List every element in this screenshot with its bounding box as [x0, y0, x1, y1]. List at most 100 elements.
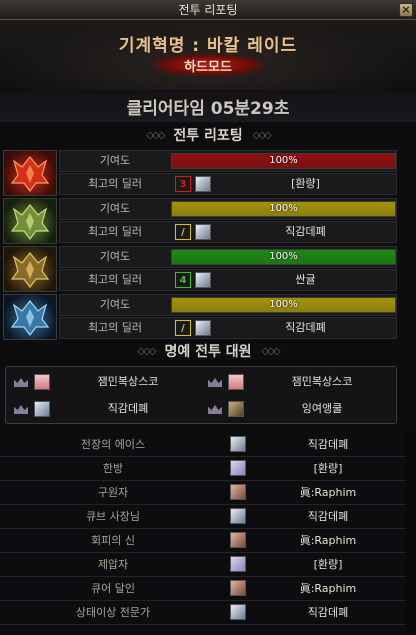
contribution-line: 기여도 100% — [59, 246, 397, 268]
crown-icon — [208, 405, 222, 414]
best-dealer-name: 싼귤 — [295, 273, 316, 286]
character-avatar — [230, 436, 246, 452]
class-rank-icon: / — [175, 320, 191, 336]
best-dealer-name: 직감데폐 — [285, 321, 326, 334]
best-dealer-cell[interactable]: 4 싼귤 — [171, 271, 396, 289]
report-heading: 전투 리포팅 — [173, 128, 243, 144]
award-title: 구원자 — [97, 486, 129, 499]
character-avatar — [230, 460, 246, 476]
honor-heading: 명예 전투 대원 — [164, 344, 252, 360]
right-diamond-deco-icon: ◇◇◇ — [252, 129, 272, 141]
award-row[interactable]: 상태이상 전문가 직감데폐 — [0, 601, 406, 625]
contribution-value: 100% — [269, 155, 298, 166]
best-dealer-line: 최고의 딜러 3 [환량] — [59, 173, 397, 195]
green-dragon-boss-icon — [3, 198, 57, 244]
award-row[interactable]: 큐어 달인 眞:Raphim — [0, 577, 406, 601]
boss-report-row: 기여도 100% 최고의 딜러 / 직감데폐 — [3, 294, 397, 340]
award-row[interactable]: 큐브 사장님 직감데폐 — [0, 505, 406, 529]
best-dealer-line: 최고의 딜러 / 직감데폐 — [59, 317, 397, 339]
award-title: 큐어 달인 — [91, 582, 135, 595]
award-row[interactable]: 전장의 에이스 직감데폐 — [0, 433, 406, 457]
award-row[interactable]: 제압자 [환량] — [0, 553, 406, 577]
crown-icon — [14, 405, 28, 414]
contribution-value: 100% — [269, 251, 298, 262]
honor-member-name: 잼민복상스코 — [291, 375, 353, 388]
contribution-value: 100% — [269, 203, 298, 214]
window-titlebar: 전투 리포팅 × — [0, 0, 416, 20]
award-title: 전장의 에이스 — [80, 438, 146, 451]
blue-dragon-boss-icon — [10, 300, 50, 336]
award-winner: 직감데폐 — [307, 438, 349, 451]
honor-member[interactable]: 직감데폐 — [8, 396, 202, 422]
difficulty-label: 하드모드 — [184, 59, 232, 75]
award-winner: 眞:Raphim — [299, 534, 357, 547]
left-diamond-deco-icon: ◇◇◇ — [146, 129, 165, 141]
scrollbar[interactable] — [406, 433, 416, 633]
character-avatar — [230, 508, 246, 524]
crown-icon — [14, 378, 28, 387]
left-diamond-deco-icon: ◇◇◇ — [137, 345, 156, 357]
contribution-value: 100% — [269, 299, 298, 310]
green-dragon-boss-icon — [10, 204, 50, 240]
class-rank-icon: 4 — [175, 272, 191, 288]
honor-member[interactable]: 잉여앵쿨 — [202, 396, 396, 422]
gold-dragon-boss-icon — [3, 246, 57, 292]
raid-name: 기계혁명 : 바칼 레이드 — [118, 36, 298, 56]
award-title: 회피의 신 — [91, 534, 135, 547]
honor-member[interactable]: 잼민복상스코 — [202, 369, 396, 395]
section-title-honor: ◇◇◇ 명예 전투 대원 ◇◇◇ — [0, 340, 416, 362]
best-dealer-label: 최고의 딜러 — [87, 321, 143, 334]
contribution-bar: 100% — [171, 249, 396, 265]
character-avatar — [228, 374, 244, 390]
award-winner: [환량] — [313, 558, 343, 571]
close-button[interactable]: × — [399, 3, 413, 17]
right-diamond-deco-icon: ◇◇◇ — [261, 345, 281, 357]
contribution-label: 기여도 — [99, 202, 131, 215]
character-avatar — [34, 374, 50, 390]
award-row[interactable]: 회피의 신 眞:Raphim — [0, 529, 406, 553]
character-avatar — [195, 176, 211, 192]
honor-member-name: 잉여앵쿨 — [301, 402, 343, 415]
honor-member-box: 잼민복상스코 잼민복상스코 직감데폐 잉여앵쿨 — [5, 366, 397, 424]
honor-member-name: 잼민복상스코 — [97, 375, 159, 388]
character-avatar — [34, 401, 50, 417]
best-dealer-cell[interactable]: / 직감데폐 — [171, 223, 396, 241]
award-winner: [환량] — [313, 462, 343, 475]
award-row[interactable]: 한방 [환량] — [0, 457, 406, 481]
boss-report-row: 기여도 100% 최고의 딜러 4 싼귤 — [3, 246, 397, 292]
boss-report-row: 기여도 100% 최고의 딜러 3 [환량] — [3, 150, 397, 196]
award-row[interactable]: 구원자 眞:Raphim — [0, 481, 406, 505]
best-dealer-name: [환량] — [291, 177, 320, 190]
character-avatar — [228, 401, 244, 417]
contribution-label: 기여도 — [99, 250, 131, 263]
honor-member[interactable]: 잼민복상스코 — [8, 369, 202, 395]
award-title: 큐브 사장님 — [85, 510, 141, 523]
honor-member-name: 직감데폐 — [107, 402, 149, 415]
character-avatar — [230, 580, 246, 596]
character-avatar — [230, 604, 246, 620]
award-winner: 眞:Raphim — [299, 582, 357, 595]
clear-time: 클리어타임 05분29초 — [0, 90, 416, 122]
best-dealer-label: 최고의 딜러 — [87, 177, 143, 190]
blue-dragon-boss-icon — [3, 294, 57, 340]
red-dragon-boss-icon — [10, 156, 50, 192]
best-dealer-label: 최고의 딜러 — [87, 225, 143, 238]
raid-header: 기계혁명 : 바칼 레이드 하드모드 — [0, 20, 416, 90]
award-winner: 직감데폐 — [307, 510, 349, 523]
contribution-bar: 100% — [171, 297, 396, 313]
class-rank-icon: 3 — [175, 176, 191, 192]
crown-icon — [208, 378, 222, 387]
award-winner: 직감데폐 — [307, 606, 349, 619]
best-dealer-line: 최고의 딜러 4 싼귤 — [59, 269, 397, 291]
best-dealer-cell[interactable]: 3 [환량] — [171, 175, 396, 193]
gold-dragon-boss-icon — [10, 252, 50, 288]
character-avatar — [195, 224, 211, 240]
boss-report-row: 기여도 100% 최고의 딜러 / 직감데폐 — [3, 198, 397, 244]
best-dealer-line: 최고의 딜러 / 직감데폐 — [59, 221, 397, 243]
section-title-report: ◇◇◇ 전투 리포팅 ◇◇◇ — [0, 124, 416, 146]
character-avatar — [230, 484, 246, 500]
best-dealer-cell[interactable]: / 직감데폐 — [171, 319, 396, 337]
red-dragon-boss-icon — [3, 150, 57, 196]
award-title: 제압자 — [97, 558, 129, 571]
contribution-label: 기여도 — [99, 154, 131, 167]
